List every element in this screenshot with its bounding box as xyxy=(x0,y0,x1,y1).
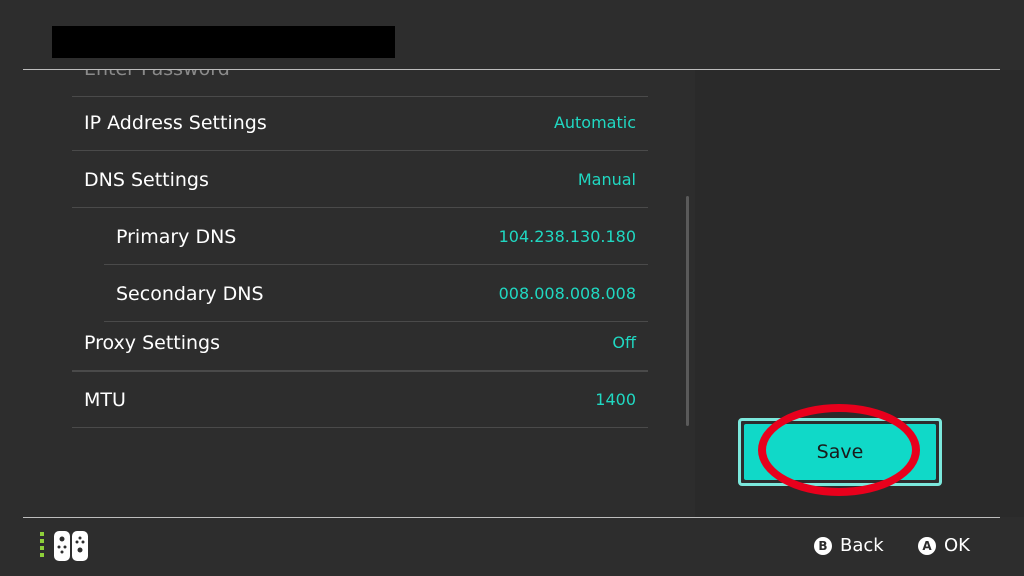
settings-row-value: 008.008.008.008 xyxy=(498,284,636,303)
settings-row-value: 1400 xyxy=(595,390,636,409)
settings-row-proxy[interactable]: Proxy Settings Off xyxy=(72,315,648,371)
save-button-label: Save xyxy=(744,424,936,480)
back-hint[interactable]: B Back xyxy=(814,535,884,556)
b-button-icon: B xyxy=(814,536,832,555)
back-label: Back xyxy=(840,535,884,556)
settings-row-value: Off xyxy=(612,333,636,352)
settings-row-label: MTU xyxy=(84,388,126,411)
footer-divider xyxy=(23,517,1000,518)
settings-row-mtu[interactable]: MTU 1400 xyxy=(72,372,648,428)
section-divider xyxy=(72,371,648,372)
ok-label: OK xyxy=(944,535,970,556)
list-scrollbar[interactable] xyxy=(686,196,689,426)
settings-row-label: Proxy Settings xyxy=(84,331,221,354)
settings-row-label: Secondary DNS xyxy=(116,282,264,305)
settings-row-ip-address[interactable]: IP Address Settings Automatic xyxy=(72,95,648,151)
settings-list: Enter Password IP Address Settings Autom… xyxy=(72,70,648,517)
settings-row-primary-dns[interactable]: Primary DNS 104.238.130.180 xyxy=(104,209,648,265)
settings-row-label: Primary DNS xyxy=(116,225,237,248)
controller-icon xyxy=(40,530,90,562)
settings-row-password[interactable]: Enter Password xyxy=(72,70,648,97)
ok-hint[interactable]: A OK xyxy=(918,535,970,556)
settings-row-value: Manual xyxy=(577,170,636,189)
settings-row-label: Enter Password xyxy=(84,70,230,80)
save-button[interactable]: Save xyxy=(738,418,942,486)
settings-row-secondary-dns[interactable]: Secondary DNS 008.008.008.008 xyxy=(104,266,648,322)
settings-row-value: 104.238.130.180 xyxy=(498,227,636,246)
settings-row-dns[interactable]: DNS Settings Manual xyxy=(72,152,648,208)
a-button-icon: A xyxy=(918,536,936,555)
settings-row-label: DNS Settings xyxy=(84,168,209,191)
settings-row-label: IP Address Settings xyxy=(84,111,267,134)
settings-row-value: Automatic xyxy=(553,113,636,132)
page-title-redacted xyxy=(52,26,395,58)
